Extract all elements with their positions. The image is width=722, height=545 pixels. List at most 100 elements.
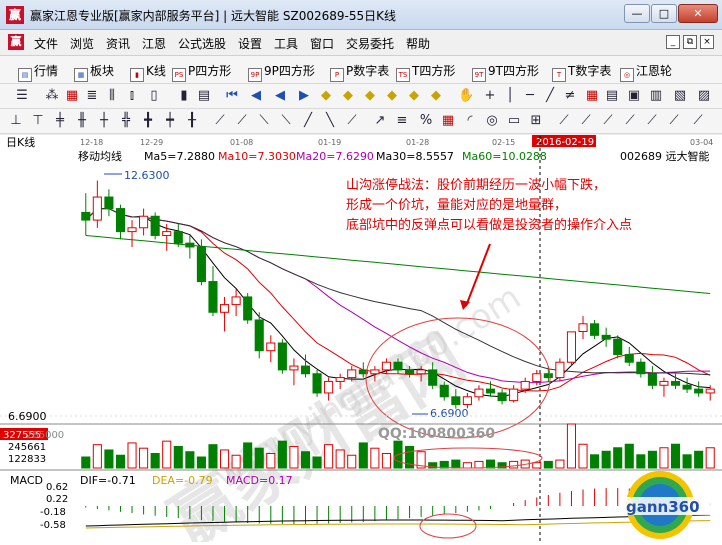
candle-icon[interactable]: ⫾ bbox=[124, 88, 140, 104]
right-icon[interactable]: ▶ bbox=[296, 88, 312, 104]
tb-p-table[interactable]: P P数字表 bbox=[330, 62, 389, 82]
draw-tool-7-icon[interactable]: ╋ bbox=[140, 113, 156, 129]
stack-icon[interactable]: ≣ bbox=[84, 88, 100, 104]
tb-sector[interactable]: ▦ 板块 bbox=[74, 62, 114, 82]
tb-p-square[interactable]: PS P四方形 bbox=[172, 62, 231, 82]
zoom-out-icon[interactable]: ◆ bbox=[340, 88, 356, 104]
draw-tool-8-icon[interactable]: ┿ bbox=[162, 113, 178, 129]
tb-gann-wheel[interactable]: ◎ 江恩轮 bbox=[620, 62, 672, 82]
angle-5-icon[interactable]: ⟋ bbox=[644, 113, 660, 129]
line-icon[interactable]: │ bbox=[502, 88, 518, 104]
bar-chart-icon[interactable]: ▮ bbox=[176, 88, 192, 104]
table-icon[interactable]: ▤ bbox=[196, 88, 212, 104]
angle-1-icon[interactable]: ⟋ bbox=[556, 113, 572, 129]
close-button[interactable]: ✕ bbox=[678, 4, 718, 23]
zoom-in-icon[interactable]: ◆ bbox=[318, 88, 334, 104]
draw-tool-9-icon[interactable]: ╂ bbox=[184, 113, 200, 129]
maximize-button[interactable]: □ bbox=[651, 4, 677, 23]
percent-icon[interactable]: % bbox=[418, 113, 434, 129]
tb-kline[interactable]: ▮ K线 bbox=[130, 62, 166, 82]
down-icon[interactable]: ◆ bbox=[384, 88, 400, 104]
fan-6-icon[interactable]: ╲ bbox=[322, 113, 338, 129]
ray-icon[interactable]: ↗ bbox=[372, 113, 388, 129]
prev-icon[interactable]: ◀ bbox=[248, 88, 264, 104]
menu-gann[interactable]: 江恩 bbox=[142, 35, 166, 52]
bars-icon[interactable]: ⫼ bbox=[104, 88, 120, 104]
angle-2-icon[interactable]: ⟋ bbox=[578, 113, 594, 129]
draw-tool-3-icon[interactable]: ╪ bbox=[52, 113, 68, 129]
kline-chart[interactable]: 12-18 12-29 01-08 01-19 01-28 02-15 2016-02-19… bbox=[0, 133, 722, 545]
angle-7-icon[interactable]: ⟋ bbox=[690, 113, 706, 129]
angle-3-icon[interactable]: ⟋ bbox=[600, 113, 616, 129]
list-icon[interactable]: ☰ bbox=[14, 88, 30, 104]
menu-window[interactable]: 窗口 bbox=[310, 35, 334, 52]
arc-icon[interactable]: ◜ bbox=[462, 113, 478, 129]
tb-quote[interactable]: ▤ 行情 bbox=[18, 62, 58, 82]
candle2-icon[interactable]: ▯ bbox=[146, 88, 162, 104]
compare-icon[interactable]: ▤ bbox=[604, 88, 620, 104]
tb-9p-square[interactable]: 9P 9P四方形 bbox=[248, 62, 315, 82]
left-dia-icon[interactable]: ◆ bbox=[406, 88, 422, 104]
mdi-minimize-button[interactable]: _ bbox=[666, 35, 680, 49]
hline-icon[interactable]: ─ bbox=[522, 88, 538, 104]
menu-tools[interactable]: 工具 bbox=[274, 35, 298, 52]
first-icon[interactable]: ⏮ bbox=[224, 88, 240, 104]
gann-grid-icon[interactable]: ▦ bbox=[440, 113, 456, 129]
volume-bar bbox=[92, 444, 102, 469]
fan-2-icon[interactable]: ⟋ bbox=[234, 113, 250, 129]
grid-icon[interactable]: ▦ bbox=[64, 88, 80, 104]
chart-icon[interactable]: ▦ bbox=[584, 88, 600, 104]
win-icon[interactable]: ▣ bbox=[626, 88, 642, 104]
p-square-icon: PS bbox=[172, 68, 186, 82]
angle-6-icon[interactable]: ⟋ bbox=[666, 113, 682, 129]
volume-bar bbox=[358, 442, 368, 469]
left-icon[interactable]: ◀ bbox=[272, 88, 288, 104]
fan-4-icon[interactable]: ⟍ bbox=[278, 113, 294, 129]
panel-icon[interactable]: ▥ bbox=[648, 88, 664, 104]
layout-icon[interactable]: ▨ bbox=[696, 88, 712, 104]
candle-body bbox=[670, 380, 681, 386]
dots-icon[interactable]: ⁂ bbox=[44, 88, 60, 104]
draw-tool-6-icon[interactable]: ╬ bbox=[118, 113, 134, 129]
fan-7-icon[interactable]: ⟋ bbox=[344, 113, 360, 129]
menu-browse[interactable]: 浏览 bbox=[70, 35, 94, 52]
draw-tool-5-icon[interactable]: ┼ bbox=[96, 113, 112, 129]
volume-bar bbox=[196, 456, 206, 469]
chart-area[interactable]: 12-18 12-29 01-08 01-19 01-28 02-15 2016-02-19… bbox=[0, 133, 722, 545]
menu-help[interactable]: 帮助 bbox=[406, 35, 430, 52]
tb-t-table[interactable]: T T数字表 bbox=[552, 62, 611, 82]
fan-3-icon[interactable]: ⟍ bbox=[256, 113, 272, 129]
mdi-restore-button[interactable]: ⧉ bbox=[683, 35, 697, 49]
up-icon[interactable]: ◆ bbox=[362, 88, 378, 104]
draw-tool-4-icon[interactable]: ╫ bbox=[74, 113, 90, 129]
tb-t-square[interactable]: TS T四方形 bbox=[396, 62, 455, 82]
spiral-icon[interactable]: ◎ bbox=[484, 113, 500, 129]
box-icon[interactable]: ▭ bbox=[506, 113, 522, 129]
channel-icon[interactable]: ≠ bbox=[562, 88, 578, 104]
menu-file[interactable]: 文件 bbox=[34, 35, 58, 52]
tb-9t-square[interactable]: 9T 9T四方形 bbox=[472, 62, 539, 82]
mdi-close-button[interactable]: × bbox=[700, 35, 714, 49]
candle-body bbox=[705, 388, 715, 394]
cycle-icon[interactable]: ⊞ bbox=[528, 113, 544, 129]
menu-settings[interactable]: 设置 bbox=[238, 35, 262, 52]
draw-tool-1-icon[interactable]: ⊥ bbox=[8, 113, 24, 129]
split-icon[interactable]: ▧ bbox=[672, 88, 688, 104]
fan-1-icon[interactable]: ⟋ bbox=[212, 113, 228, 129]
crosshair-icon[interactable]: + bbox=[482, 88, 498, 104]
right-dia-icon[interactable]: ◆ bbox=[428, 88, 444, 104]
menu-trade[interactable]: 交易委托 bbox=[346, 35, 394, 52]
minimize-button[interactable]: — bbox=[624, 4, 650, 23]
volume-bar bbox=[162, 440, 172, 469]
hand-icon[interactable]: ✋ bbox=[458, 88, 474, 104]
fan-5-icon[interactable]: ╱ bbox=[300, 113, 316, 129]
angle-4-icon[interactable]: ⟋ bbox=[622, 113, 638, 129]
menu-formula[interactable]: 公式选股 bbox=[178, 35, 226, 52]
candle-body bbox=[277, 342, 287, 371]
qq-watermark: QQ:100800360 bbox=[378, 426, 495, 442]
fib-icon[interactable]: ≡ bbox=[394, 113, 410, 129]
menu-info[interactable]: 资讯 bbox=[106, 35, 130, 52]
diagonal-icon[interactable]: ╱ bbox=[542, 88, 558, 104]
draw-tool-2-icon[interactable]: ⊤ bbox=[30, 113, 46, 129]
volume-bar bbox=[682, 454, 692, 469]
